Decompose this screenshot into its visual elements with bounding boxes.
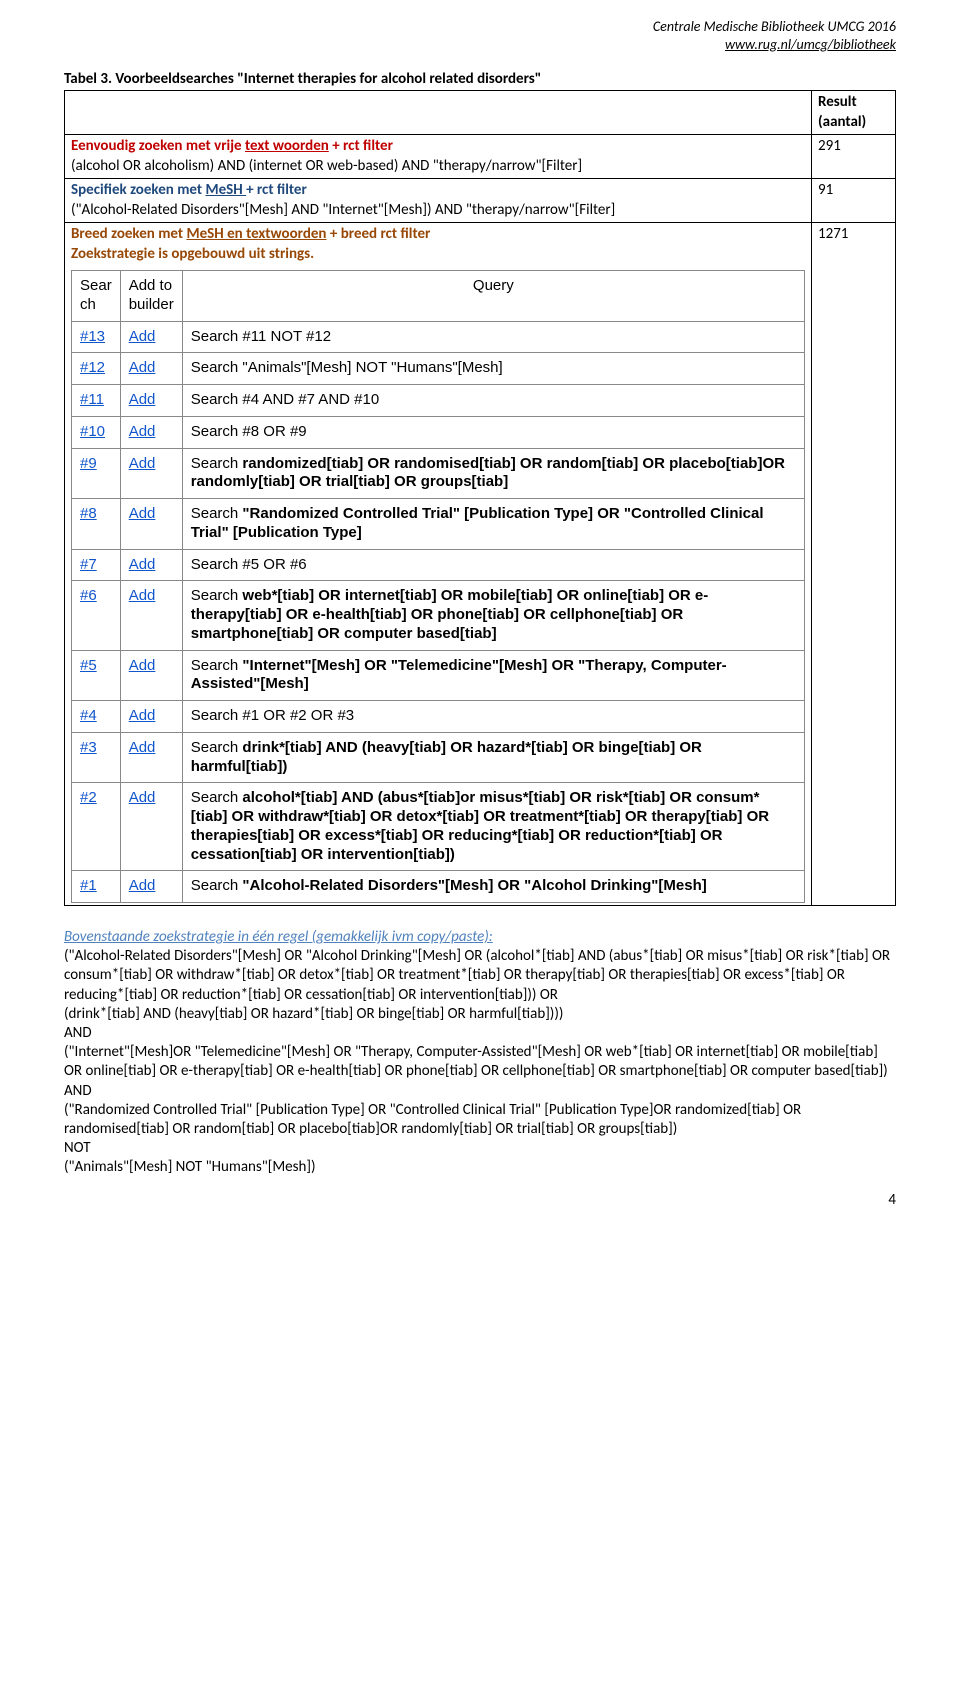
- row-2-content: Specifiek zoeken met MeSH + rct filter (…: [65, 179, 812, 223]
- query-text: Search #1 OR #2 OR #3: [182, 701, 804, 733]
- query-id-link[interactable]: #4: [80, 707, 97, 724]
- query-id-link[interactable]: #2: [80, 789, 97, 806]
- query-text: Search randomized[tiab] OR randomised[ti…: [182, 448, 804, 499]
- query-row: #13 Add Search #11 NOT #12: [72, 321, 805, 353]
- query-text: Search web*[tiab] OR internet[tiab] OR m…: [182, 581, 804, 650]
- query-id-link[interactable]: #11: [80, 391, 104, 408]
- query-row: #1 Add Search "Alcohol-Related Disorders"[…: [72, 871, 805, 903]
- query-id-link[interactable]: #6: [80, 587, 97, 604]
- add-to-builder-link[interactable]: Add: [129, 587, 156, 604]
- query-id-link[interactable]: #9: [80, 455, 97, 472]
- query-id-link[interactable]: #13: [80, 328, 105, 345]
- query-id-link[interactable]: #5: [80, 657, 97, 674]
- query-id-link[interactable]: #3: [80, 739, 97, 756]
- query-row: #8 Add Search "Randomized Controlled Trial…: [72, 499, 805, 550]
- query-id-link[interactable]: #7: [80, 556, 97, 573]
- header-url-link[interactable]: www.rug.nl/umcg/bibliotheek: [725, 36, 896, 53]
- query-row: #5 Add Search "Internet"[Mesh] OR "Telemed…: [72, 650, 805, 701]
- query-text: Search "Alcohol-Related Disorders"[Mesh]…: [182, 871, 804, 903]
- query-text: Search alcohol*[tiab] AND (abus*[tiab]or…: [182, 783, 804, 871]
- query-text: Search #4 AND #7 AND #10: [182, 385, 804, 417]
- add-to-builder-link[interactable]: Add: [129, 789, 156, 806]
- query-id-link[interactable]: #8: [80, 505, 97, 522]
- add-to-builder-link[interactable]: Add: [129, 505, 156, 522]
- query-id-link[interactable]: #1: [80, 877, 97, 894]
- query-text: Search drink*[tiab] AND (heavy[tiab] OR …: [182, 732, 804, 783]
- add-to-builder-link[interactable]: Add: [129, 877, 156, 894]
- add-to-builder-link[interactable]: Add: [129, 739, 156, 756]
- add-to-builder-link[interactable]: Add: [129, 556, 156, 573]
- table-header-result: Result (aantal): [812, 91, 896, 135]
- query-text: Search "Animals"[Mesh] NOT "Humans"[Mesh…: [182, 353, 804, 385]
- query-row: #6 Add Search web*[tiab] OR internet[tiab]…: [72, 581, 805, 650]
- row-1-result: 291: [812, 135, 896, 179]
- query-row: #4 Add Search #1 OR #2 OR #3: [72, 701, 805, 733]
- table-header-empty: [65, 91, 812, 135]
- header-org: Centrale Medische Bibliotheek UMCG 2016: [653, 18, 896, 35]
- query-row: #11 Add Search #4 AND #7 AND #10: [72, 385, 805, 417]
- add-to-builder-link[interactable]: Add: [129, 391, 156, 408]
- query-row: #12 Add Search "Animals"[Mesh] NOT "Humans…: [72, 353, 805, 385]
- add-to-builder-link[interactable]: Add: [129, 657, 156, 674]
- query-row: #10 Add Search #8 OR #9: [72, 416, 805, 448]
- query-id-link[interactable]: #10: [80, 423, 105, 440]
- query-text: Search #8 OR #9: [182, 416, 804, 448]
- query-text: Search #11 NOT #12: [182, 321, 804, 353]
- row-1-content: Eenvoudig zoeken met vrije text woorden …: [65, 135, 812, 179]
- query-row: #7 Add Search #5 OR #6: [72, 549, 805, 581]
- query-row: #2 Add Search alcohol*[tiab] AND (abus*[ti…: [72, 783, 805, 871]
- query-text: Search "Internet"[Mesh] OR "Telemedicine…: [182, 650, 804, 701]
- row-3-result: 1271: [812, 223, 896, 906]
- add-to-builder-link[interactable]: Add: [129, 359, 156, 376]
- add-to-builder-link[interactable]: Add: [129, 328, 156, 345]
- row-2-result: 91: [812, 179, 896, 223]
- add-to-builder-link[interactable]: Add: [129, 423, 156, 440]
- query-row: #3 Add Search drink*[tiab] AND (heavy[tiab…: [72, 732, 805, 783]
- inner-head-query: Query: [182, 271, 804, 322]
- query-text: Search "Randomized Controlled Trial" [Pu…: [182, 499, 804, 550]
- inner-head-search: Sear ch: [72, 271, 121, 322]
- query-id-link[interactable]: #12: [80, 359, 105, 376]
- row-3-content: Breed zoeken met MeSH en textwoorden + b…: [65, 223, 812, 906]
- footer-strategy: Bovenstaande zoekstrategie in één regel …: [64, 928, 896, 1177]
- table-caption: Tabel 3. Voorbeeldsearches "Internet the…: [64, 70, 896, 88]
- page-number: 4: [64, 1191, 896, 1209]
- add-to-builder-link[interactable]: Add: [129, 455, 156, 472]
- query-history-table: Sear ch Add to builder Query #13 Add Searc…: [71, 270, 805, 903]
- query-text: Search #5 OR #6: [182, 549, 804, 581]
- page-header: Centrale Medische Bibliotheek UMCG 2016 …: [653, 18, 896, 53]
- add-to-builder-link[interactable]: Add: [129, 707, 156, 724]
- main-table: Result (aantal) Eenvoudig zoeken met vri…: [64, 90, 896, 906]
- inner-head-add: Add to builder: [120, 271, 182, 322]
- query-row: #9 Add Search randomized[tiab] OR randomis…: [72, 448, 805, 499]
